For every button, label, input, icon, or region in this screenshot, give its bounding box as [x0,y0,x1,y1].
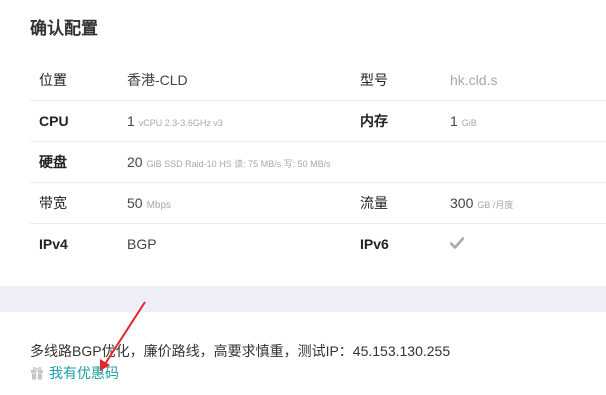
ipv6-label: IPv6 [360,236,389,252]
spec-row-ip: IPv4 BGP IPv6 [30,224,606,264]
cpu-detail: vCPU 2.3-3.6GHz v3 [138,118,223,128]
bandwidth-unit: Mbps [146,200,172,211]
disk-value-group: 20 GiB SSD Raid-10 HS 读: 75 MB/s 写: 50 MB… [127,142,331,182]
mem-value: 1 [450,113,458,129]
spec-row-location: 位置 香港-CLD 型号 hk.cld.s [30,60,606,101]
gift-icon [31,367,43,380]
coupon-label[interactable]: 我有优惠码 [49,365,119,381]
mem-value-group: 1 GiB [450,101,477,141]
disk-detail: GiB SSD Raid-10 HS 读: 75 MB/s 写: 50 MB/s [146,159,331,169]
mem-label: 内存 [360,113,388,129]
model-label: 型号 [360,72,388,88]
location-label: 位置 [39,72,67,88]
cpu-value-group: 1 vCPU 2.3-3.6GHz v3 [127,101,223,141]
traffic-value-group: 300 GB /月度 [450,183,513,223]
traffic-unit: GB /月度 [477,200,514,210]
section-divider [0,286,606,312]
spec-row-bandwidth: 带宽 50 Mbps 流量 300 GB /月度 [30,183,606,224]
bandwidth-value-group: 50 Mbps [127,183,171,223]
page-title: 确认配置 [30,19,98,38]
spec-row-disk: 硬盘 20 GiB SSD Raid-10 HS 读: 75 MB/s 写: 50… [30,142,606,183]
bandwidth-label: 带宽 [39,195,67,211]
traffic-label: 流量 [360,195,388,211]
disk-label: 硬盘 [39,154,67,170]
coupon-link[interactable]: 我有优惠码 [30,363,119,383]
spec-row-cpu: CPU 1 vCPU 2.3-3.6GHz v3 内存 1 GiB [30,101,606,142]
plan-description: 多线路BGP优化，廉价路线，高要求慎重，测试IP：45.153.130.255 [30,343,451,359]
spec-table: 位置 香港-CLD 型号 hk.cld.s CPU 1 vCPU 2.3-3.6G… [30,60,606,264]
model-value: hk.cld.s [450,72,498,88]
ipv4-value: BGP [127,236,157,252]
check-icon [450,237,464,249]
cpu-value: 1 [127,113,135,129]
mem-unit: GiB [461,118,477,128]
location-value: 香港-CLD [127,72,188,88]
notes-card: 多线路BGP优化，廉价路线，高要求慎重，测试IP：45.153.130.255 … [0,312,606,395]
traffic-value: 300 [450,195,474,211]
config-card: 确认配置 位置 香港-CLD 型号 hk.cld.s CPU 1 vCPU 2.3… [0,0,606,286]
bandwidth-value: 50 [127,195,143,211]
cpu-label: CPU [39,113,69,129]
disk-value: 20 [127,154,143,170]
ipv4-label: IPv4 [39,236,68,252]
